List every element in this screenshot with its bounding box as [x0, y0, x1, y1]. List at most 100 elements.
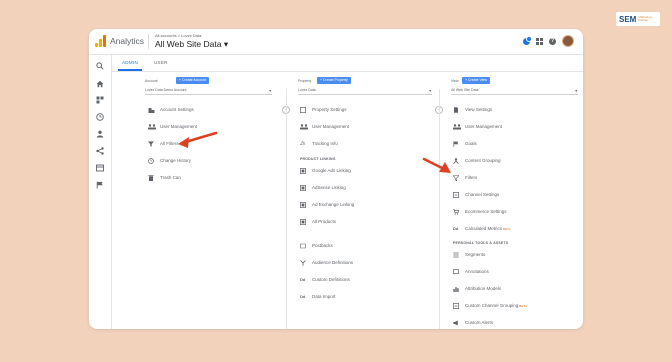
watermark-text: SEM — [619, 14, 637, 24]
chevron-down-icon: ▼ — [268, 89, 272, 93]
people-icon — [453, 123, 461, 130]
property-label: Property — [298, 79, 312, 83]
dd-definitions-icon: Dd — [300, 276, 306, 282]
custom-channel-grouping-item[interactable]: Custom Channel Grouping BETA — [453, 301, 527, 310]
annotations-item[interactable]: Annotations — [453, 267, 489, 276]
help-icon[interactable]: ? — [549, 37, 556, 45]
left-sidebar — [89, 55, 112, 329]
audience-person-icon[interactable] — [96, 130, 104, 138]
all-products-item[interactable]: All Products — [300, 217, 336, 226]
header-divider — [148, 34, 149, 49]
account-change-history-item[interactable]: Change History — [148, 156, 191, 165]
view-label: View — [451, 79, 459, 83]
create-property-button[interactable]: + Create Property — [317, 77, 351, 84]
channel-settings-icon — [453, 191, 459, 198]
property-user-management-item[interactable]: User Management — [300, 122, 349, 131]
analytics-window: Analytics All accounts > Lovex Data All … — [89, 29, 583, 329]
linking-grid-icon — [300, 184, 306, 191]
view-selector[interactable]: All Web Site Data ▼ — [451, 88, 578, 95]
conversions-flag-icon[interactable] — [96, 181, 104, 189]
product-linking-heading: PRODUCT LINKING — [300, 157, 336, 161]
account-selector[interactable]: Lovex Data Demo Account ▼ — [145, 88, 272, 95]
notifications-icon[interactable] — [523, 35, 532, 45]
custom-alerts-item[interactable]: Custom Alerts — [453, 318, 493, 327]
person-icon — [453, 157, 459, 164]
app-name: Analytics — [110, 36, 145, 46]
ad-exchange-linking-item[interactable]: Ad Exchange Linking — [300, 200, 354, 209]
people-icon — [148, 123, 156, 130]
account-settings-item[interactable]: Account Settings — [148, 105, 194, 114]
custom-definitions-label: Custom Definitions — [312, 277, 350, 282]
header-actions: ? — [523, 35, 574, 47]
property-selector-dropdown[interactable]: Lovex Data ▼ — [298, 88, 432, 95]
channel-settings-item[interactable]: Channel Settings — [453, 190, 499, 199]
chevron-down-icon: ▼ — [428, 89, 432, 93]
dd-metrics-icon: Dd — [453, 225, 459, 231]
chevron-down-icon: ▼ — [574, 89, 578, 93]
people-icon — [300, 123, 308, 130]
attribution-models-label: Attribution Models — [465, 286, 502, 291]
account-all-filters-item[interactable]: All Filters — [148, 139, 179, 148]
custom-definitions-item[interactable]: Dd Custom Definitions — [300, 275, 350, 284]
flag-icon — [453, 140, 459, 147]
breadcrumb[interactable]: All accounts > Lovex Data — [155, 33, 201, 38]
tracking-info-item[interactable]: Js Tracking Info — [300, 139, 338, 148]
behavior-icon[interactable] — [96, 164, 104, 172]
document-icon — [453, 106, 459, 113]
google-ads-linking-item[interactable]: Google Ads Linking — [300, 166, 351, 175]
history-icon — [148, 157, 154, 164]
account-trash-can-item[interactable]: Trash Can — [148, 173, 181, 182]
ecommerce-settings-label: Ecommerce Settings — [465, 209, 507, 214]
account-user-management-label: User Management — [160, 124, 198, 129]
content-grouping-item[interactable]: Content Grouping — [453, 156, 501, 165]
ad-exchange-linking-label: Ad Exchange Linking — [312, 202, 355, 207]
google-ads-linking-label: Google Ads Linking — [312, 168, 351, 173]
view-user-management-item[interactable]: User Management — [453, 122, 502, 131]
segments-icon — [453, 252, 459, 258]
annotation-icon — [453, 268, 459, 275]
ecommerce-settings-item[interactable]: Ecommerce Settings — [453, 207, 507, 216]
data-import-label: Data Import — [312, 294, 336, 299]
postbacks-item[interactable]: Postbacks — [300, 241, 333, 250]
goals-label: Goals — [465, 141, 477, 146]
search-icon[interactable] — [96, 62, 104, 70]
dd-import-icon: Dd — [300, 293, 306, 299]
filter-icon — [148, 141, 154, 147]
analytics-logo-icon[interactable] — [95, 35, 106, 47]
all-products-label: All Products — [312, 219, 337, 224]
segments-item[interactable]: Segments — [453, 250, 485, 259]
tab-admin[interactable]: ADMIN — [118, 60, 142, 71]
view-filters-label: Filters — [465, 175, 478, 180]
avatar[interactable] — [562, 35, 574, 47]
watermark-logo: SEM Marketing Partner — [616, 12, 660, 26]
calculated-metrics-item[interactable]: Dd Calculated Metrics BETA — [453, 224, 511, 233]
account-user-management-item[interactable]: User Management — [148, 122, 197, 131]
view-filters-item[interactable]: Filters — [452, 173, 478, 182]
settings-box-icon — [300, 106, 306, 113]
channel-settings-label: Channel Settings — [465, 192, 500, 197]
adsense-linking-item[interactable]: AdSense Linking — [300, 183, 346, 192]
view-settings-item[interactable]: View Settings — [453, 105, 492, 114]
goals-item[interactable]: Goals — [453, 139, 477, 148]
audience-definitions-item[interactable]: Audience Definitions — [300, 258, 353, 267]
customization-icon[interactable] — [96, 96, 104, 104]
realtime-clock-icon[interactable] — [96, 113, 104, 121]
create-account-button[interactable]: + Create Account — [176, 77, 209, 84]
personal-tools-heading: PERSONAL TOOLS & ASSETS — [453, 241, 509, 245]
cart-icon — [453, 208, 460, 215]
property-settings-item[interactable]: Property Settings — [300, 105, 347, 114]
attribution-models-item[interactable]: Attribution Models — [453, 284, 501, 293]
home-icon[interactable] — [96, 80, 104, 88]
postback-icon — [300, 243, 306, 249]
audience-fork-icon — [300, 259, 306, 266]
apps-grid-icon[interactable] — [536, 37, 543, 45]
account-all-filters-label: All Filters — [160, 141, 179, 146]
custom-channel-grouping-label: Custom Channel Grouping — [465, 303, 519, 308]
data-import-item[interactable]: Dd Data Import — [300, 292, 336, 301]
trash-icon — [148, 174, 154, 181]
tracking-info-label: Tracking Info — [312, 141, 338, 146]
create-view-button[interactable]: + Create View — [462, 77, 491, 84]
acquisition-icon[interactable] — [96, 147, 104, 155]
tab-user[interactable]: USER — [154, 60, 168, 65]
property-selector[interactable]: All Web Site Data ▾ — [155, 39, 228, 50]
